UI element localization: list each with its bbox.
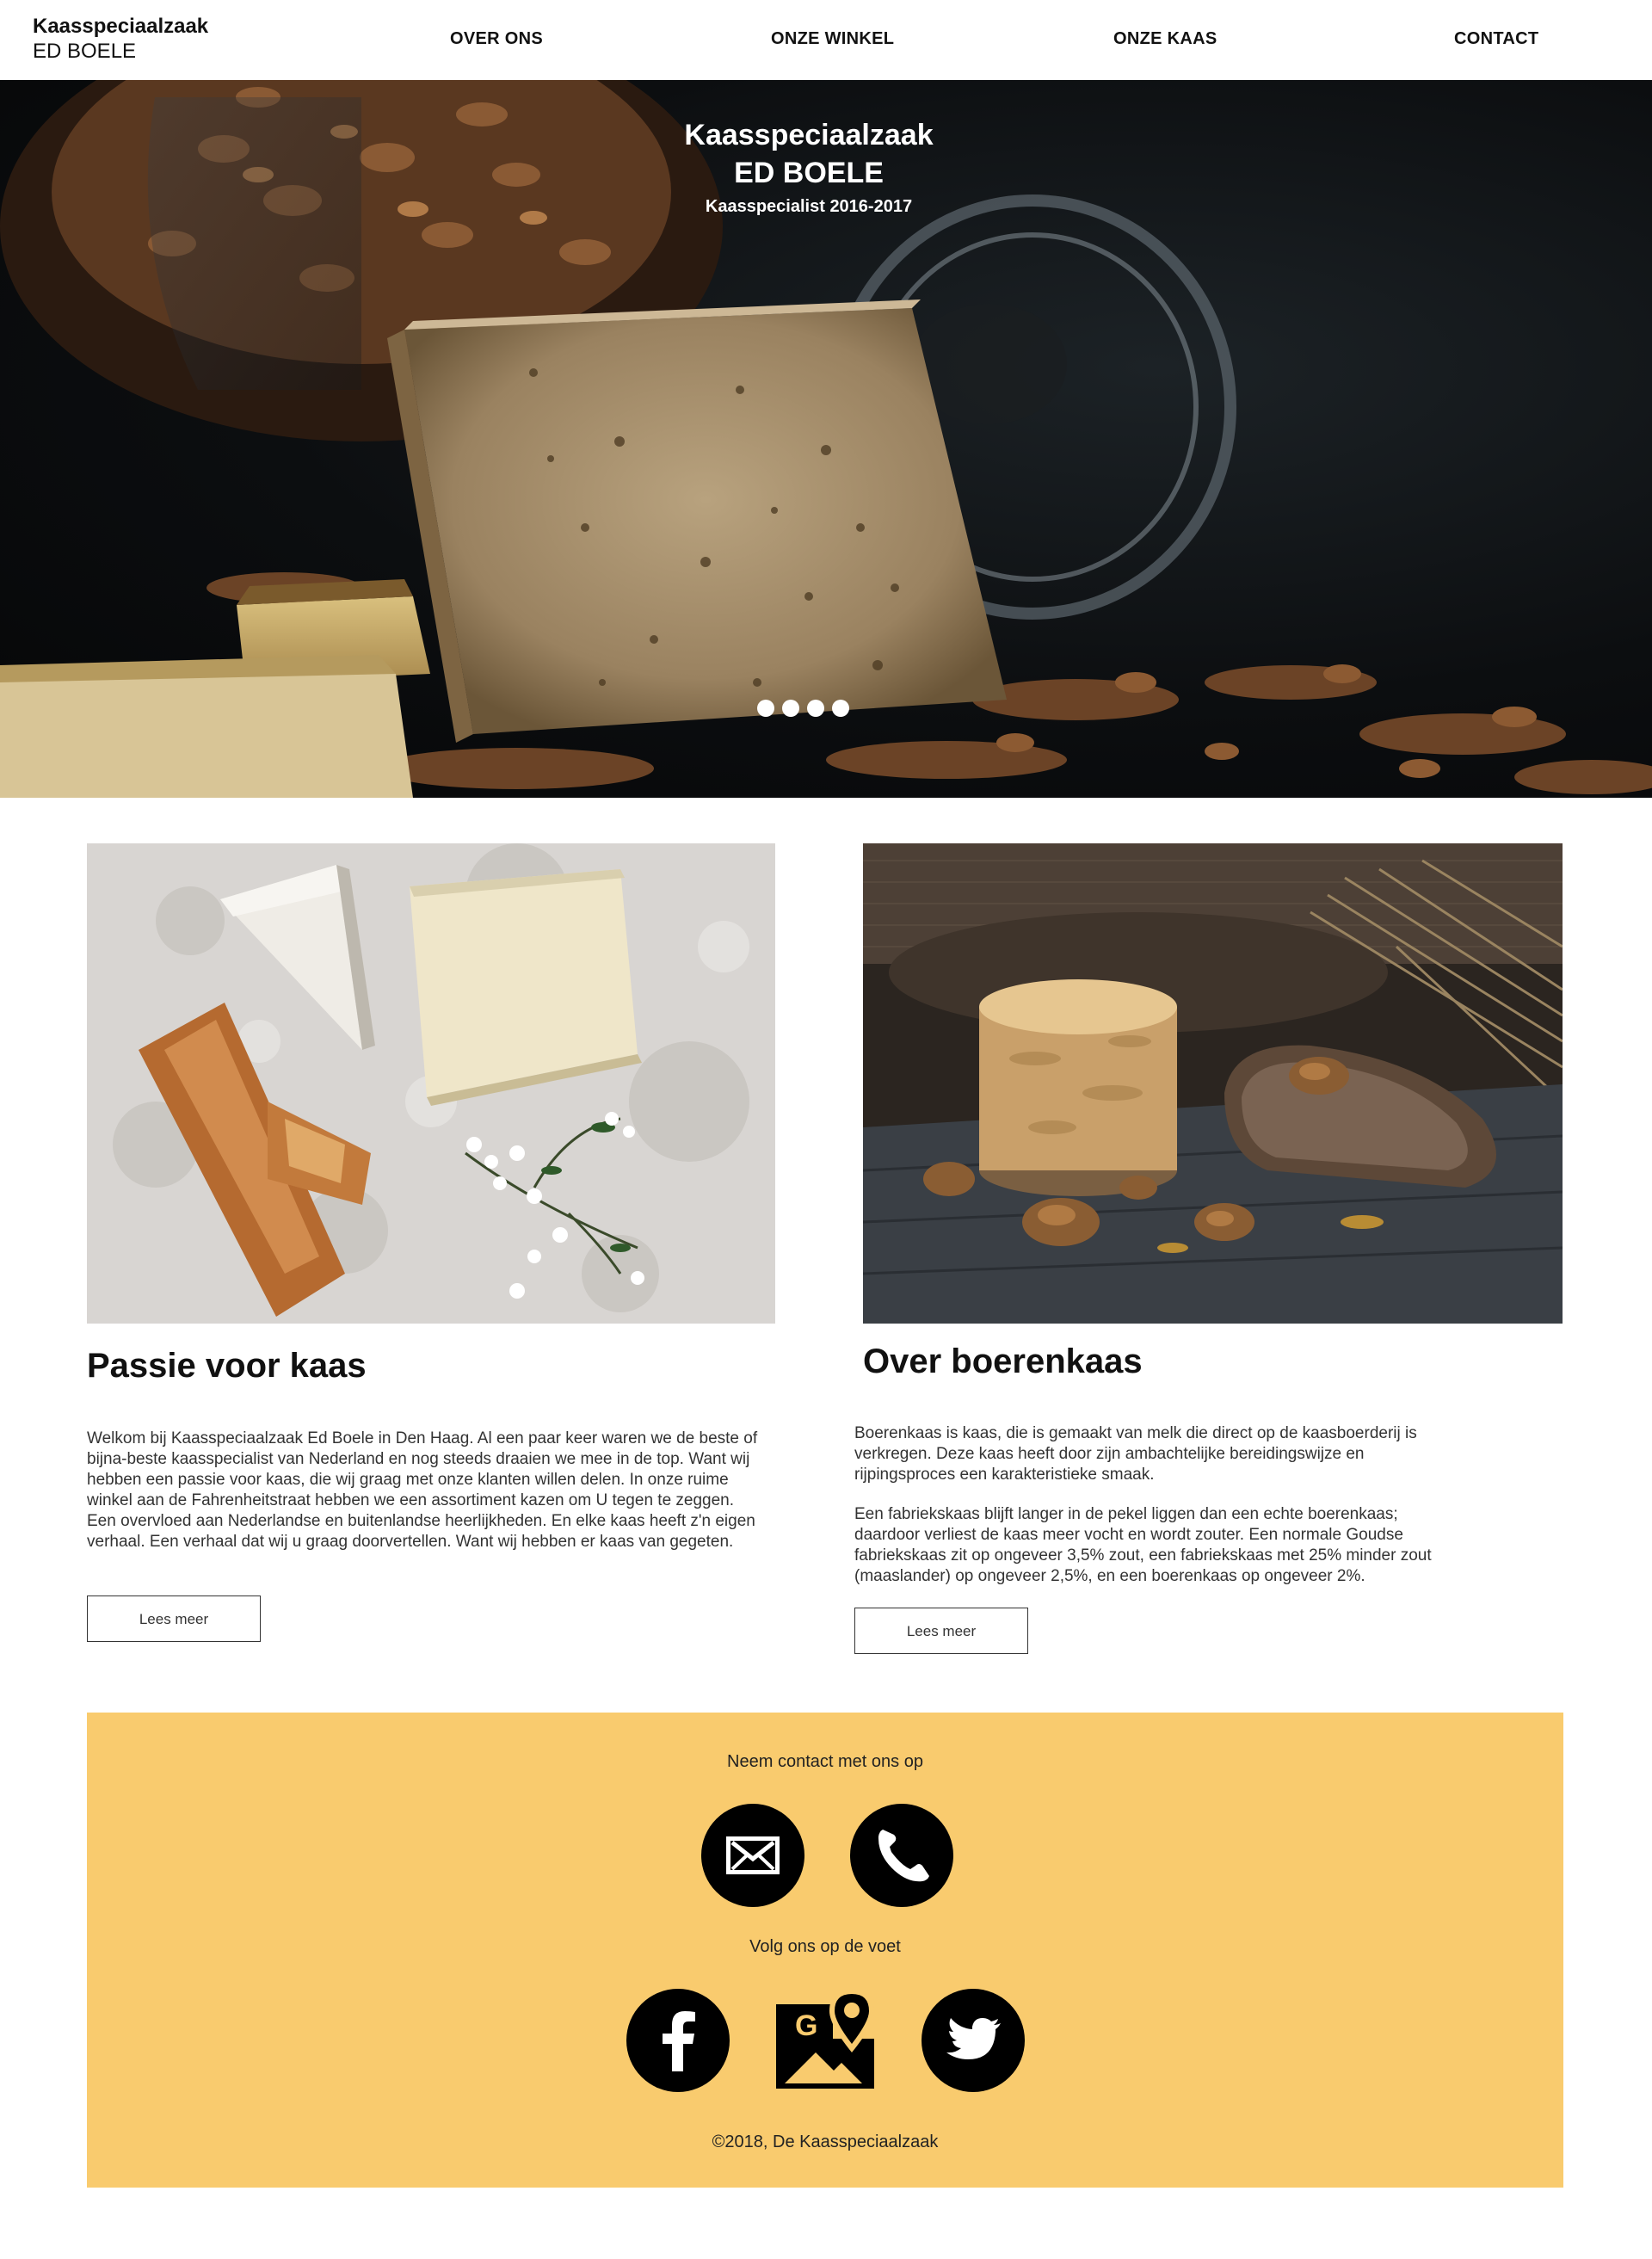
hero-subtitle: Kaasspecialist 2016-2017: [705, 197, 913, 216]
article-title-boerenkaas: Over boerenkaas: [863, 1342, 1143, 1380]
phone-button[interactable]: [850, 1804, 953, 1907]
brand-subtitle: ED BOELE: [33, 40, 137, 63]
twitter-icon: [946, 2018, 1001, 2059]
hero-title: Kaasspeciaalzaak ED BOELE: [0, 116, 1618, 192]
article-body-passie: Welkom bij Kaasspeciaalzaak Ed Boele in …: [87, 1429, 758, 1551]
nav-onze-winkel[interactable]: ONZE WINKEL: [771, 29, 894, 49]
carousel-dot-3[interactable]: [807, 700, 824, 717]
follow-heading: Volg ons op de voet: [749, 1937, 901, 1956]
article-title-passie: Passie voor kaas: [87, 1347, 367, 1385]
site-footer: Neem contact met ons op Volg ons op de v…: [87, 1713, 1563, 2188]
facebook-icon: [663, 2011, 695, 2071]
contact-heading: Neem contact met ons op: [727, 1752, 923, 1771]
hero-title-line1: Kaasspeciaalzaak: [684, 119, 934, 151]
lees-meer-button-2[interactable]: Lees meer: [854, 1608, 1028, 1654]
google-maps-icon: G: [776, 1989, 874, 2089]
carousel-dot-4[interactable]: [832, 700, 849, 717]
nav-contact[interactable]: CONTACT: [1454, 29, 1538, 49]
envelope-icon: [726, 1836, 780, 1874]
lees-meer-button-1[interactable]: Lees meer: [87, 1595, 261, 1642]
nav-onze-kaas[interactable]: ONZE KAAS: [1113, 29, 1217, 49]
hero-title-line2: ED BOELE: [734, 157, 884, 189]
carousel-dots: [757, 700, 849, 717]
farm-cheese-photo: [863, 843, 1563, 1324]
carousel-dot-1[interactable]: [757, 700, 774, 717]
hero-carousel[interactable]: Kaasspeciaalzaak ED BOELE Kaasspecialist…: [0, 80, 1652, 798]
site-header: Kaasspeciaalzaak ED BOELE OVER ONS ONZE …: [0, 0, 1652, 80]
article-body-boerenkaas-1: Boerenkaas is kaas, die is gemaakt van m…: [854, 1424, 1417, 1484]
twitter-button[interactable]: [922, 1989, 1025, 2092]
nav-over-ons[interactable]: OVER ONS: [450, 29, 543, 49]
facebook-button[interactable]: [626, 1989, 730, 2092]
email-button[interactable]: [701, 1804, 804, 1907]
article-body-boerenkaas-2: Een fabriekskaas blijft langer in de pek…: [854, 1505, 1432, 1585]
carousel-dot-2[interactable]: [782, 700, 799, 717]
phone-icon: [878, 1830, 929, 1882]
cheese-board-photo: [87, 843, 775, 1324]
google-maps-button[interactable]: G: [773, 1987, 878, 2092]
copyright: ©2018, De Kaasspeciaalzaak: [712, 2132, 939, 2151]
svg-text:G: G: [795, 2009, 817, 2042]
brand-logo[interactable]: Kaasspeciaalzaak ED BOELE: [33, 14, 208, 64]
brand-name: Kaasspeciaalzaak: [33, 15, 209, 38]
